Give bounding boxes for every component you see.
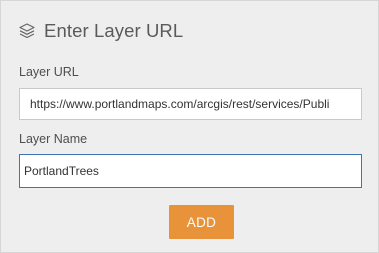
panel-title: Enter Layer URL	[44, 20, 184, 41]
layers-icon	[18, 22, 36, 40]
layer-name-input[interactable]	[19, 154, 362, 188]
panel-header: Enter Layer URL	[18, 19, 183, 43]
layer-url-input[interactable]	[19, 88, 362, 120]
layer-url-label: Layer URL	[19, 65, 79, 79]
layer-name-label: Layer Name	[19, 132, 88, 146]
add-button[interactable]: ADD	[169, 205, 234, 239]
add-layer-panel: Enter Layer URL Layer URL Layer Name ADD	[0, 0, 379, 253]
